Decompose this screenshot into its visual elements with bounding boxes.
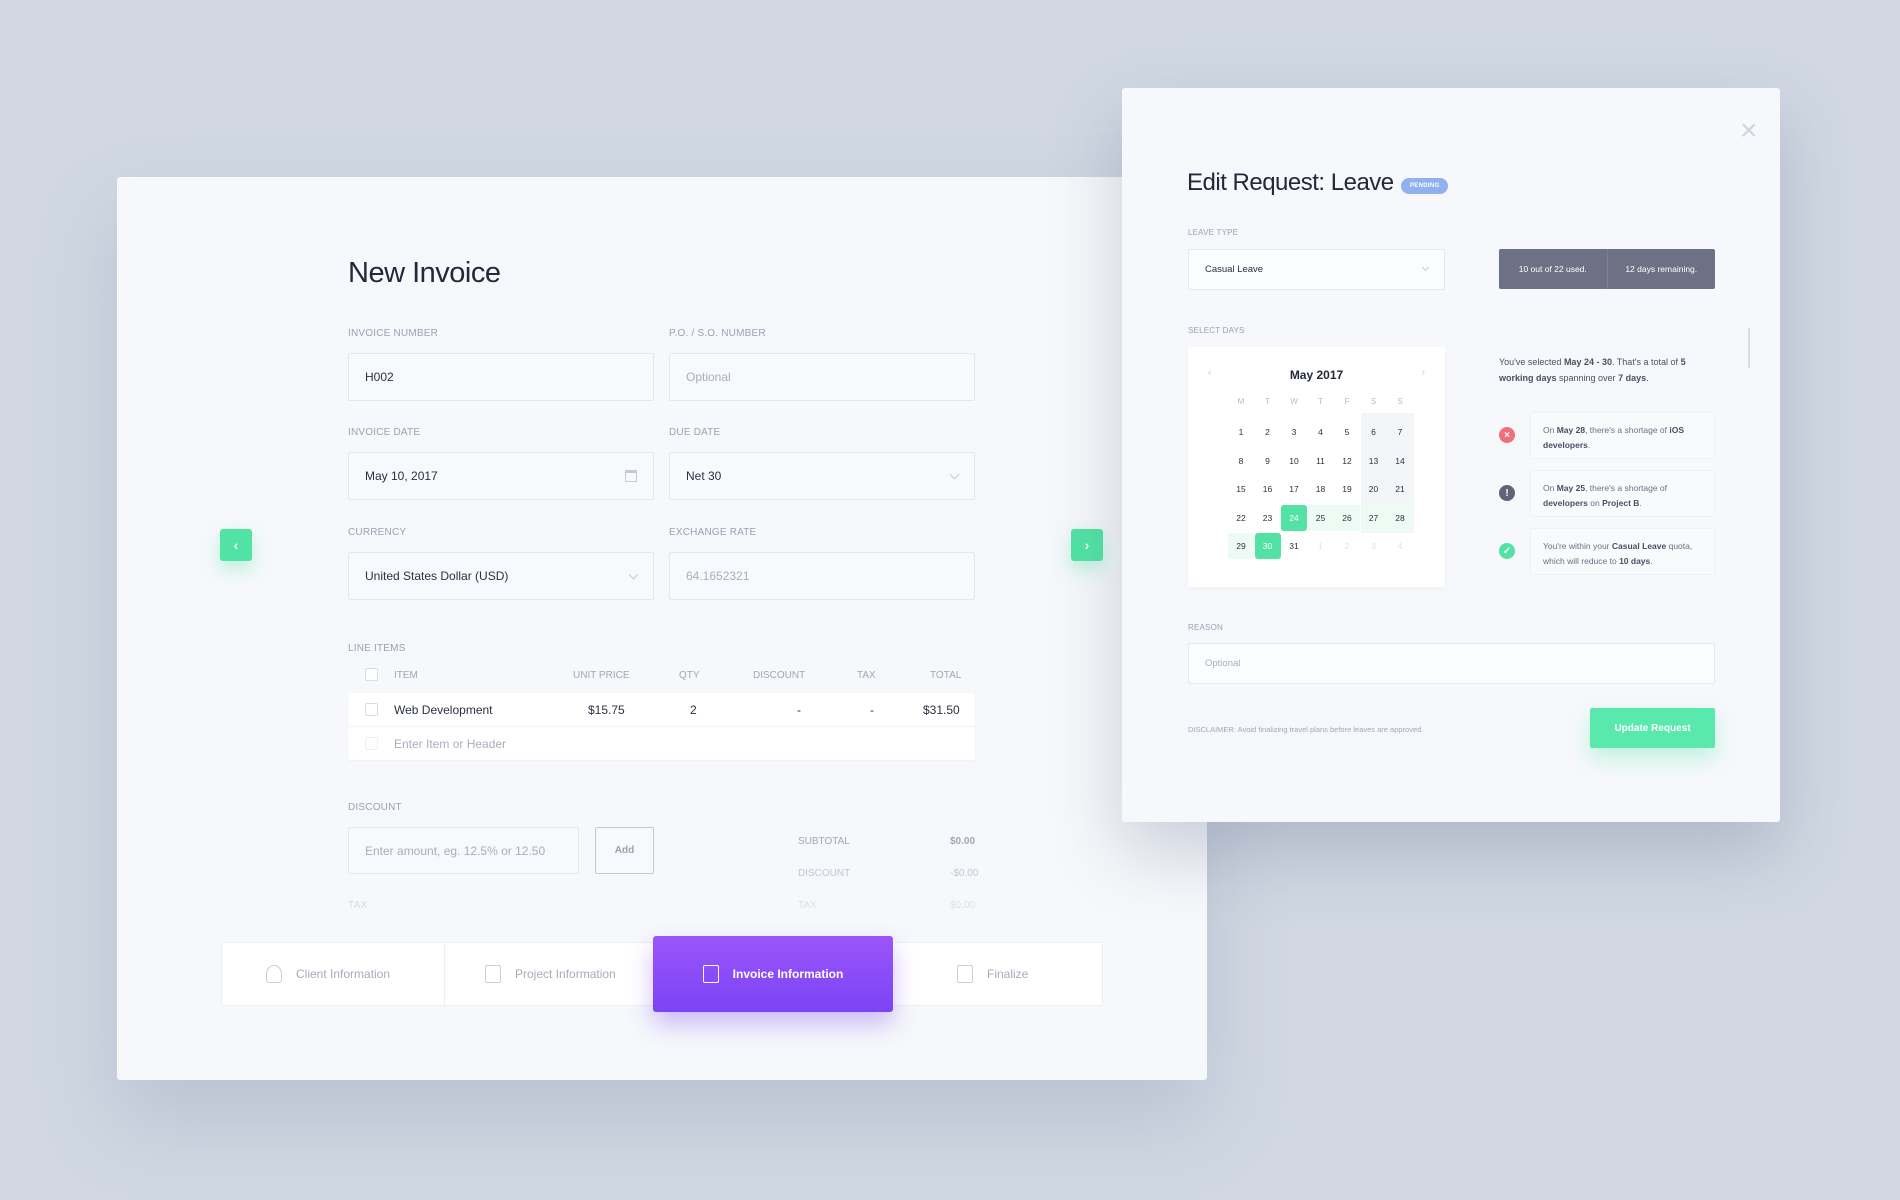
user-icon: [266, 965, 282, 983]
tax-total-label: TAX: [798, 900, 817, 911]
po-number-input[interactable]: Optional: [669, 353, 975, 401]
step-project-information[interactable]: Project Information: [444, 943, 634, 1005]
next-button[interactable]: ›: [1071, 529, 1103, 561]
step-client-information[interactable]: Client Information: [266, 943, 390, 1005]
discount-total-value: -$0.00: [950, 868, 979, 879]
col-qty: QTY: [679, 670, 700, 681]
invoice-date-value: May 10, 2017: [365, 469, 438, 483]
scrollbar[interactable]: [1748, 328, 1750, 368]
steps-bar: Client Information Project Information I…: [221, 936, 1103, 1012]
due-date-value: Net 30: [686, 469, 722, 483]
col-unit-price: UNIT PRICE: [573, 670, 630, 681]
row-checkbox[interactable]: [365, 737, 378, 750]
new-line-item-row[interactable]: Enter Item or Header: [348, 727, 975, 760]
subtotal-value: $0.00: [950, 836, 976, 847]
due-date-label: DUE DATE: [669, 427, 721, 438]
checklist-icon: [957, 965, 973, 983]
step-label: Finalize: [987, 967, 1029, 981]
currency-select[interactable]: United States Dollar (USD): [348, 552, 654, 600]
item-name: Web Development: [394, 703, 493, 717]
exchange-rate-label: EXCHANGE RATE: [669, 527, 757, 538]
calendar-prev-icon[interactable]: ‹: [1208, 367, 1212, 379]
discount-total-label: DISCOUNT: [798, 868, 851, 879]
currency-value: United States Dollar (USD): [365, 569, 509, 583]
step-finalize[interactable]: Finalize: [957, 943, 1028, 1005]
add-discount-button[interactable]: Add: [595, 827, 654, 874]
due-date-select[interactable]: Net 30: [669, 452, 975, 500]
item-total: $31.50: [923, 703, 960, 717]
tax-total-value: $0.00: [950, 900, 976, 911]
step-label: Project Information: [515, 967, 616, 981]
chevron-down-icon: [1421, 263, 1430, 272]
close-icon[interactable]: ×: [1740, 114, 1758, 148]
col-item: ITEM: [394, 670, 418, 681]
step-label: Client Information: [296, 967, 391, 981]
item-qty: 2: [690, 703, 697, 717]
step-invoice-information[interactable]: Invoice Information: [653, 936, 893, 1012]
clipboard-icon: [485, 965, 501, 983]
invoice-date-label: INVOICE DATE: [348, 427, 421, 438]
calendar-icon[interactable]: [625, 470, 637, 482]
discount-label: DISCOUNT: [348, 802, 402, 813]
invoice-date-input[interactable]: May 10, 2017: [348, 452, 654, 500]
item-unit-price: $15.75: [588, 703, 625, 717]
col-discount: DISCOUNT: [753, 670, 806, 681]
subtotal-label: SUBTOTAL: [798, 836, 850, 847]
calendar-next-icon[interactable]: ›: [1421, 367, 1425, 379]
invoice-title: New Invoice: [348, 257, 501, 289]
receipt-icon: [702, 965, 719, 983]
item-discount: -: [797, 703, 801, 717]
col-total: TOTAL: [930, 670, 962, 681]
prev-button[interactable]: ‹: [220, 529, 252, 561]
row-checkbox[interactable]: [365, 703, 378, 716]
line-items-label: LINE ITEMS: [348, 643, 406, 654]
select-all-checkbox[interactable]: [365, 668, 378, 681]
line-item-row[interactable]: Web Development $15.75 2 - - $31.50: [348, 693, 975, 726]
chevron-down-icon: [949, 469, 960, 480]
new-item-input[interactable]: Enter Item or Header: [394, 737, 506, 751]
tax-label: TAX: [348, 900, 368, 911]
col-tax: TAX: [857, 670, 876, 681]
po-number-label: P.O. / S.O. NUMBER: [669, 328, 766, 339]
step-label: Invoice Information: [732, 967, 844, 981]
leave-type-value: Casual Leave: [1205, 264, 1264, 275]
leave-type-select[interactable]: Casual Leave: [1188, 249, 1445, 290]
invoice-number-input[interactable]: H002: [348, 353, 654, 401]
currency-label: CURRENCY: [348, 527, 407, 538]
reason-input[interactable]: Optional: [1188, 643, 1715, 684]
exchange-rate-input[interactable]: 64.1652321: [669, 552, 975, 600]
update-request-button[interactable]: Update Request: [1590, 708, 1715, 748]
item-tax: -: [870, 703, 874, 717]
discount-input[interactable]: Enter amount, eg. 12.5% or 12.50: [348, 827, 579, 874]
chevron-down-icon: [628, 569, 639, 580]
invoice-number-label: INVOICE NUMBER: [348, 328, 439, 339]
